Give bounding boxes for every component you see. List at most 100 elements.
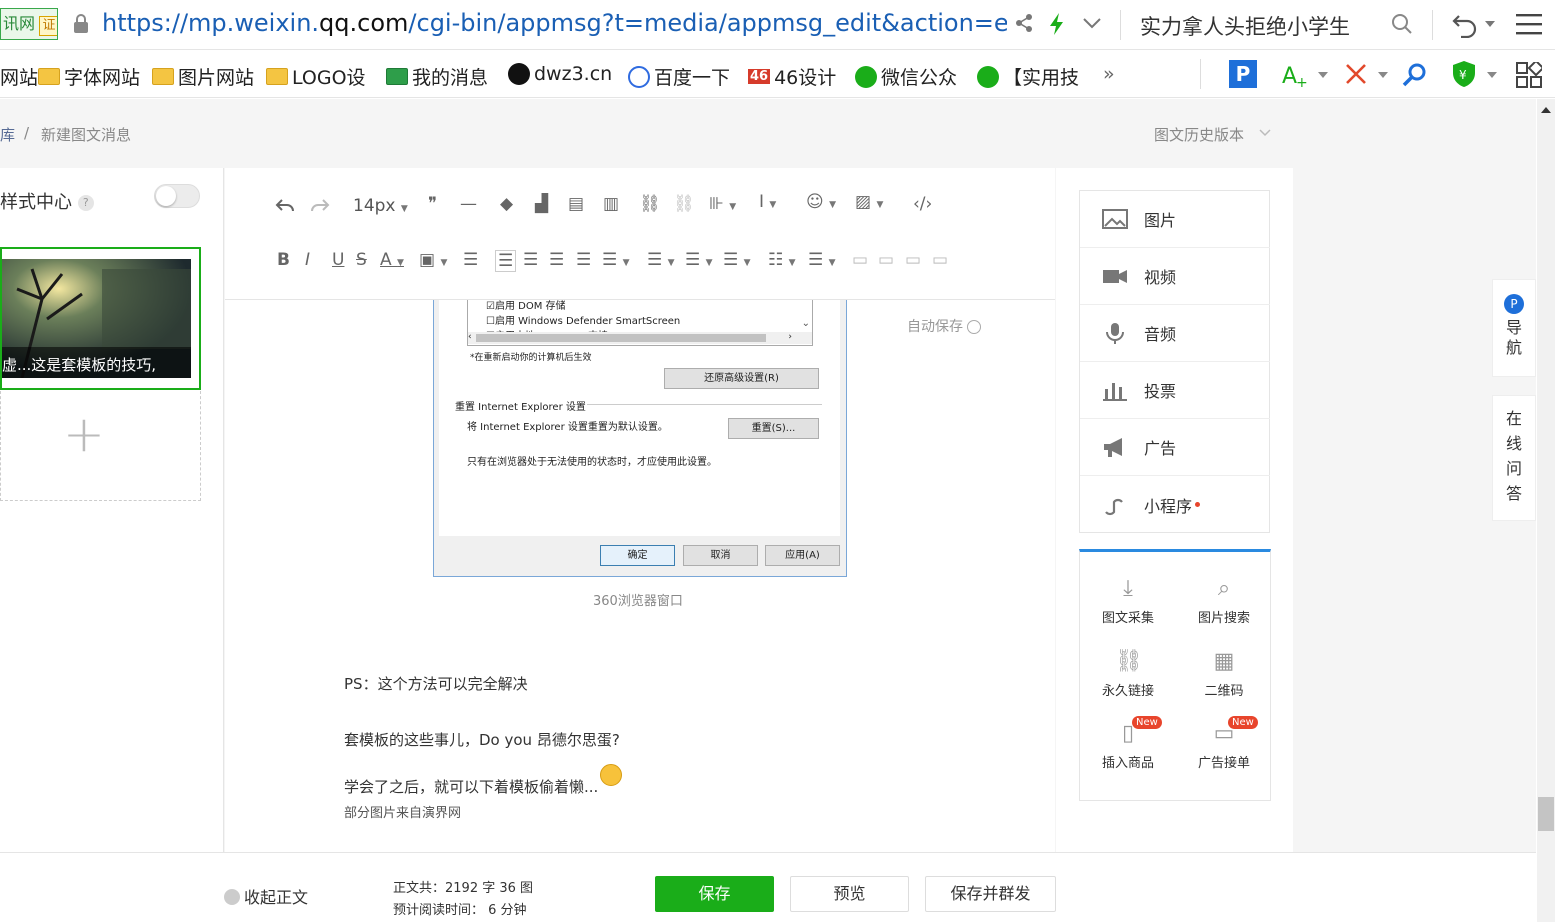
restore-advanced-button: 还原高级设置(R) bbox=[664, 368, 819, 389]
search-input[interactable]: 实力拿人头拒绝小学生 bbox=[1140, 11, 1350, 41]
italic-icon[interactable]: I bbox=[305, 250, 310, 270]
insert-vote-button[interactable]: 投票 bbox=[1080, 362, 1270, 419]
undo-icon[interactable] bbox=[275, 198, 295, 214]
bookmark-item[interactable]: 46 46设计 bbox=[748, 63, 836, 90]
bookmark-item[interactable]: 我的消息 bbox=[386, 63, 488, 90]
lightning-icon[interactable] bbox=[1047, 12, 1067, 36]
redo-icon[interactable] bbox=[310, 198, 330, 214]
bookmark-item[interactable]: dwz3.cn bbox=[508, 63, 612, 85]
url-input[interactable]: https://mp.weixin.qq.com/cgi-bin/appmsg?… bbox=[102, 9, 1007, 37]
scissors-icon[interactable] bbox=[1343, 61, 1369, 87]
bookmark-item[interactable]: 百度一下 bbox=[628, 63, 730, 90]
shield-icon[interactable]: ¥ bbox=[1451, 60, 1477, 88]
p-extension-icon[interactable]: P bbox=[1229, 60, 1257, 88]
scroll-up-icon[interactable] bbox=[1541, 107, 1551, 113]
bookmark-item[interactable]: 微信公众 bbox=[855, 63, 957, 90]
clock-icon bbox=[967, 320, 982, 334]
help-icon[interactable]: ? bbox=[77, 195, 94, 211]
link-icon[interactable]: ⛓ bbox=[639, 194, 661, 214]
paste-text-icon[interactable]: ▤ bbox=[568, 194, 584, 214]
bookmark-item[interactable]: 字体网站 bbox=[38, 63, 140, 90]
apps-grid-icon[interactable] bbox=[1516, 62, 1542, 88]
permanent-link-tool[interactable]: ⛓ 永久链接 bbox=[1080, 650, 1176, 700]
outdent-icon[interactable]: ☰ ▼ bbox=[723, 250, 751, 270]
align-left-icon[interactable]: ☰ bbox=[495, 250, 517, 272]
collapse-body-button[interactable]: 收起正文 bbox=[224, 884, 308, 908]
content-area[interactable]: ☑启用 DOM 存储 ☐启用 Windows Defender SmartScr… bbox=[225, 300, 1055, 854]
share-icon[interactable] bbox=[1014, 13, 1034, 33]
letter-spacing-icon[interactable]: ⊪ ▼ bbox=[709, 194, 736, 214]
underline-icon[interactable]: U bbox=[332, 250, 344, 270]
style-center-toggle[interactable] bbox=[154, 184, 200, 208]
insert-product-tool[interactable]: ▯ 插入商品 New bbox=[1080, 716, 1176, 771]
online-qa-side-tab[interactable]: 在线问答 bbox=[1492, 395, 1536, 521]
float-none-icon[interactable]: ▭ bbox=[878, 250, 894, 270]
qrcode-tool[interactable]: ▦ 二维码 bbox=[1176, 650, 1270, 700]
breadcrumb-parent-link[interactable]: 库 bbox=[0, 124, 15, 145]
align-justify-icon[interactable]: ☰ bbox=[576, 250, 591, 270]
insert-video-button[interactable]: 视频 bbox=[1080, 248, 1270, 305]
ordered-list-icon[interactable]: ☷ ▼ bbox=[768, 250, 796, 270]
line-height-icon[interactable]: Ⅰ ▼ bbox=[759, 192, 776, 212]
insert-audio-button[interactable]: 音频 bbox=[1080, 305, 1270, 362]
image-search-tool[interactable]: ⌕ 图片搜索 bbox=[1176, 577, 1270, 627]
background-color-icon[interactable]: ▣ ▼ bbox=[419, 250, 447, 270]
insert-ad-button[interactable]: 广告 bbox=[1080, 419, 1270, 476]
strikethrough-icon[interactable]: S bbox=[356, 250, 367, 270]
menu-icon[interactable] bbox=[1516, 12, 1542, 36]
bookmark-item[interactable]: LOGO设 bbox=[266, 63, 366, 90]
paragraph-spacing-before-icon[interactable]: ☰ ▼ bbox=[647, 250, 675, 270]
caret-down-icon[interactable] bbox=[1318, 72, 1328, 78]
emoji-icon[interactable]: ☺ ▼ bbox=[806, 192, 836, 212]
image-insert-icon[interactable]: ▨ ▼ bbox=[855, 192, 883, 212]
align-right-icon[interactable]: ☰ bbox=[549, 250, 564, 270]
caret-down-icon[interactable] bbox=[1378, 72, 1388, 78]
html-source-icon[interactable]: ‹/› bbox=[913, 194, 932, 214]
indent-icon[interactable]: ☰ bbox=[463, 250, 478, 270]
wechat-icon bbox=[977, 65, 999, 88]
caret-down-icon[interactable] bbox=[1487, 72, 1497, 78]
undo-icon[interactable] bbox=[1451, 10, 1479, 38]
translate-extension-icon[interactable]: A+ bbox=[1280, 61, 1310, 89]
insert-mini-program-button[interactable]: 小程序 bbox=[1080, 476, 1270, 533]
font-size-select[interactable]: 14px ▼ bbox=[353, 196, 408, 216]
unordered-list-icon[interactable]: ☰ ▼ bbox=[808, 250, 836, 270]
article-collect-tool[interactable]: ⤓ 图文采集 bbox=[1080, 577, 1176, 627]
format-painter-icon[interactable]: ◆ bbox=[500, 194, 513, 214]
bookmark-item[interactable]: 【实用技 bbox=[977, 63, 1079, 90]
save-button[interactable]: 保存 bbox=[655, 876, 774, 912]
chevron-down-icon[interactable] bbox=[1082, 16, 1102, 30]
horizontal-scrollbar: ‹ › bbox=[468, 332, 812, 344]
clear-format-icon[interactable]: ▟ bbox=[535, 194, 548, 214]
magnifier-extension-icon[interactable] bbox=[1401, 61, 1429, 89]
bookmark-item[interactable]: 网站 bbox=[0, 63, 38, 90]
article-card[interactable]: 虚...这是套模板的技巧, bbox=[0, 247, 201, 390]
bookmarks-more-button[interactable]: » bbox=[1103, 63, 1115, 85]
horizontal-rule-icon[interactable]: — bbox=[460, 194, 477, 214]
caret-down-icon[interactable] bbox=[1485, 21, 1495, 27]
scrollbar-thumb[interactable] bbox=[1538, 797, 1554, 831]
unlink-icon[interactable]: ⛓ bbox=[673, 194, 695, 214]
ad-order-tool[interactable]: ▭ 广告接单 New bbox=[1176, 716, 1270, 771]
blockquote-icon[interactable]: ❞ bbox=[428, 194, 437, 214]
history-versions-button[interactable]: 图文历史版本 bbox=[1154, 124, 1244, 145]
add-article-button[interactable]: + bbox=[0, 391, 201, 501]
certificate-icon: 证 bbox=[39, 16, 57, 36]
save-and-send-button[interactable]: 保存并群发 bbox=[925, 876, 1056, 912]
font-color-icon[interactable]: A ▼ bbox=[380, 250, 404, 270]
site-badge[interactable]: 讯网证 bbox=[0, 8, 58, 40]
align-center-icon[interactable]: ☰ bbox=[523, 250, 538, 270]
insert-image-button[interactable]: 图片 bbox=[1080, 191, 1270, 248]
float-center-icon[interactable]: ▭ bbox=[932, 250, 948, 270]
bold-icon[interactable]: B bbox=[277, 250, 290, 270]
search-icon[interactable] bbox=[1390, 12, 1414, 36]
preview-button[interactable]: 预览 bbox=[790, 876, 909, 912]
page-scrollbar[interactable] bbox=[1537, 99, 1555, 922]
nav-side-tab[interactable]: P 导航 bbox=[1492, 279, 1536, 377]
distributed-align-icon[interactable]: ☰ ▼ bbox=[602, 250, 630, 270]
document-icon[interactable]: ▥ bbox=[603, 194, 619, 214]
paragraph-spacing-after-icon[interactable]: ☰ ▼ bbox=[685, 250, 713, 270]
bookmark-item[interactable]: 图片网站 bbox=[152, 63, 254, 90]
float-right-icon[interactable]: ▭ bbox=[905, 250, 921, 270]
float-left-icon[interactable]: ▭ bbox=[852, 250, 868, 270]
